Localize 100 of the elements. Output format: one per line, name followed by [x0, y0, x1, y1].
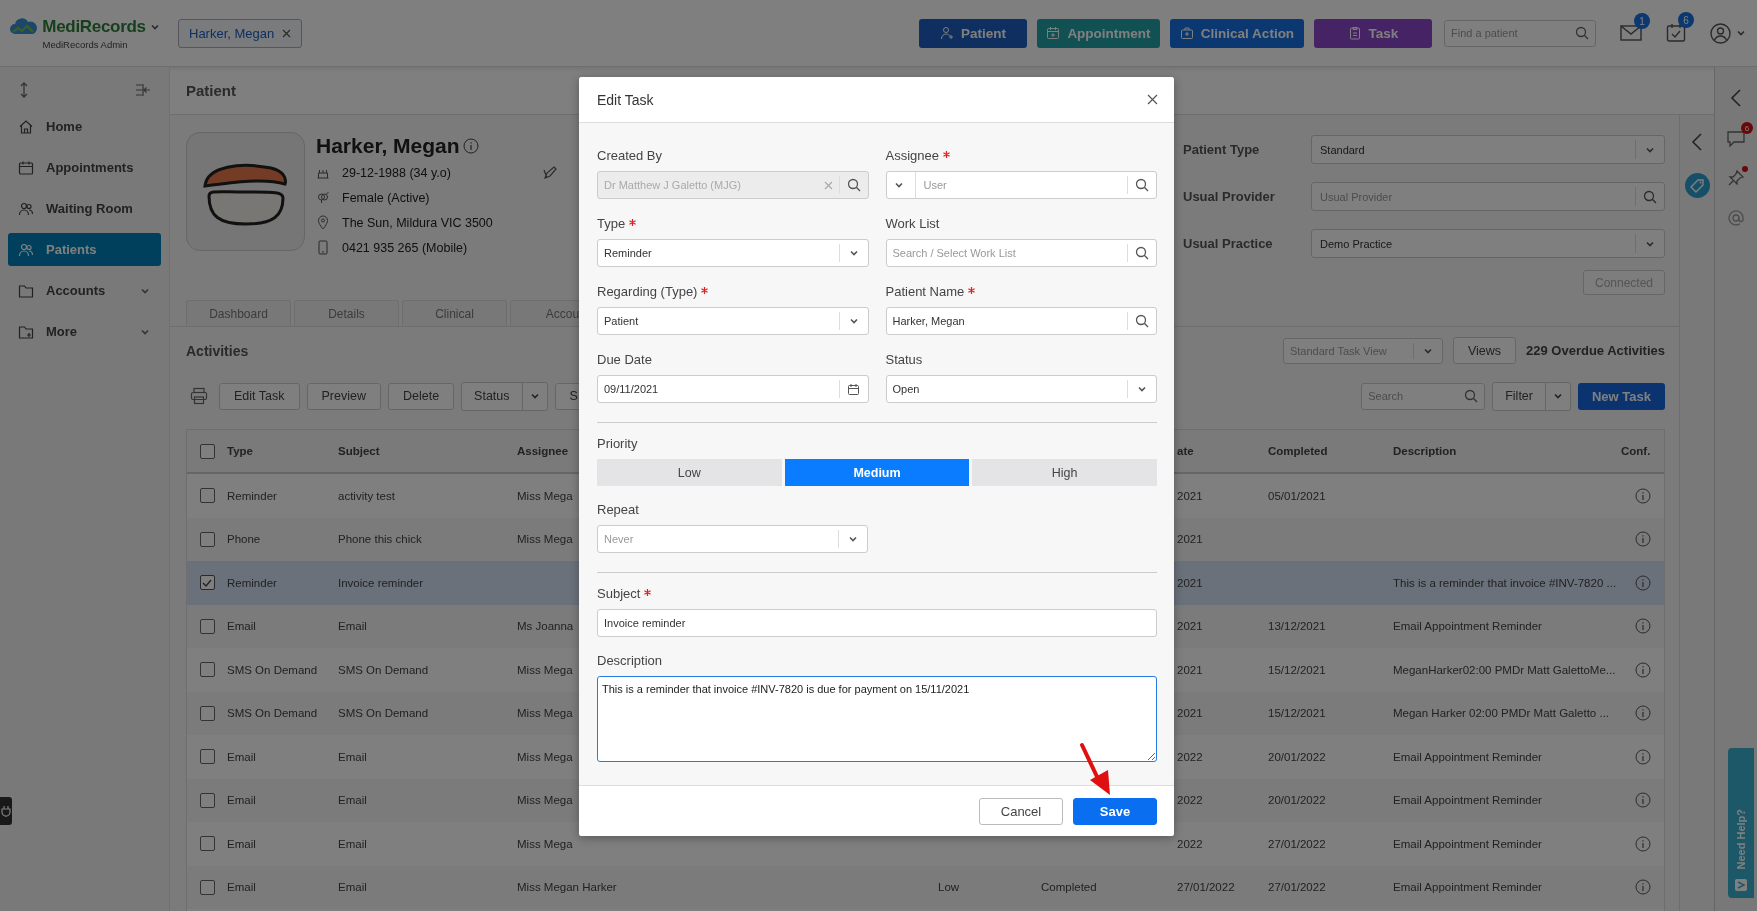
table-cell: Ms Joanna — [517, 620, 574, 633]
select-field[interactable]: Patient — [597, 307, 869, 335]
info-icon[interactable] — [1634, 792, 1651, 809]
row-checkbox[interactable] — [199, 618, 215, 634]
cloud-logo-icon — [9, 16, 40, 37]
patient-tab[interactable]: Details — [294, 300, 399, 326]
close-icon[interactable] — [282, 28, 292, 38]
priority-option[interactable]: High — [972, 459, 1157, 486]
column-header[interactable]: Completed — [1268, 445, 1328, 457]
table-cell: Email Appointment Reminder — [1393, 837, 1542, 850]
info-icon[interactable] — [1634, 748, 1651, 765]
row-checkbox[interactable] — [199, 662, 215, 678]
info-icon[interactable] — [1634, 835, 1651, 852]
pen-icon[interactable] — [542, 165, 557, 180]
info-icon[interactable] — [1634, 879, 1651, 896]
sort-icon[interactable] — [18, 82, 30, 98]
patient-tab-label[interactable]: Harker, Megan — [189, 25, 275, 41]
row-checkbox[interactable] — [199, 792, 215, 808]
toolbar-button[interactable]: Delete — [387, 382, 455, 410]
toolbar-button[interactable]: Preview — [306, 382, 381, 410]
row-checkbox[interactable] — [199, 749, 215, 765]
mail-icon[interactable] — [1620, 24, 1642, 42]
row-checkbox[interactable] — [199, 836, 215, 852]
toolbar-button[interactable]: Edit Task — [219, 382, 300, 410]
table-cell: Completed — [1041, 881, 1097, 894]
task-list-icon[interactable] — [1666, 23, 1686, 43]
save-button[interactable]: Save — [1073, 797, 1157, 825]
cancel-button[interactable]: Cancel — [979, 797, 1063, 825]
patient-tab[interactable]: Dashboard — [186, 300, 291, 326]
priority-option[interactable]: Low — [597, 459, 782, 486]
select-all-checkbox[interactable] — [199, 443, 215, 459]
status-dropdown-button[interactable]: Status — [461, 381, 548, 411]
new-task-button[interactable]: New Task — [1578, 382, 1665, 410]
field-label: Type — [597, 215, 626, 233]
gender-status: Female (Active) — [342, 190, 430, 205]
info-icon[interactable] — [462, 138, 479, 154]
side-tab[interactable] — [0, 797, 12, 825]
quick-action-button[interactable]: Patient — [919, 18, 1027, 48]
row-checkbox[interactable] — [199, 705, 215, 721]
info-icon[interactable] — [1634, 661, 1651, 678]
info-icon[interactable] — [1634, 531, 1651, 548]
sidebar-item[interactable]: Appointments — [8, 151, 161, 184]
select-field[interactable]: Open — [885, 375, 1157, 403]
at-sign-icon[interactable] — [1727, 209, 1745, 227]
column-header[interactable]: Conf. — [1621, 445, 1651, 457]
patient-tab[interactable]: Clinical — [402, 300, 507, 326]
select-field[interactable]: Standard — [1311, 135, 1665, 164]
column-header[interactable]: Subject — [338, 445, 380, 457]
table-cell: MeganHarker02:00 PMDr Matt GalettoMe... — [1393, 663, 1616, 676]
date-field[interactable]: 09/11/2021 — [597, 375, 869, 403]
person-add-icon — [940, 26, 954, 40]
lookup-field[interactable]: Search / Select Work List — [885, 239, 1157, 267]
text-field[interactable]: Invoice reminder — [597, 609, 1157, 637]
quick-action-button[interactable]: Clinical Action — [1170, 18, 1304, 48]
close-icon[interactable] — [1147, 94, 1158, 105]
sidebar-item[interactable]: Accounts — [8, 274, 161, 307]
lookup-field[interactable]: Harker, Megan — [885, 307, 1157, 335]
sidebar-item[interactable]: Patients — [8, 233, 161, 266]
description-field[interactable]: This is a reminder that invoice #INV-7820 is due for payment on 15/11/2021 — [597, 676, 1157, 762]
select-field[interactable]: Reminder — [597, 239, 869, 267]
table-cell: activity test — [338, 489, 395, 502]
views-button[interactable]: Views — [1452, 337, 1516, 364]
table-cell: Miss Mega — [517, 794, 573, 807]
column-header[interactable]: Description — [1393, 445, 1457, 457]
filter-dropdown-button[interactable]: Filter — [1492, 381, 1571, 411]
tag-button[interactable] — [1684, 173, 1710, 198]
table-cell: 27/01/2022 — [1177, 881, 1235, 894]
calendar-icon[interactable] — [847, 382, 860, 396]
chat-icon[interactable] — [1726, 129, 1746, 147]
priority-option[interactable]: Medium — [784, 459, 970, 486]
pin-icon[interactable] — [1727, 169, 1745, 187]
info-icon[interactable] — [1634, 574, 1651, 591]
row-checkbox[interactable] — [199, 879, 215, 895]
info-icon[interactable] — [1634, 705, 1651, 722]
sidebar-item[interactable]: Waiting Room — [8, 192, 161, 225]
sidebar-item[interactable]: Home — [8, 110, 161, 143]
row-checkbox[interactable] — [199, 575, 215, 591]
quick-action-button[interactable]: Task — [1314, 18, 1432, 48]
chevron-left-icon[interactable] — [1691, 133, 1703, 151]
quick-action-button[interactable]: Appointment — [1037, 18, 1160, 48]
select-field[interactable]: Demo Practice — [1311, 229, 1665, 258]
help-tab[interactable]: Need Help? — [1728, 748, 1754, 898]
info-icon[interactable] — [1634, 618, 1651, 635]
lookup-field[interactable]: User — [885, 171, 1157, 199]
print-icon[interactable] — [190, 387, 208, 405]
table-cell: 13/12/2021 — [1268, 620, 1326, 633]
select-field[interactable]: Never — [597, 525, 868, 553]
column-header[interactable]: Type — [227, 445, 253, 457]
row-checkbox[interactable] — [199, 488, 215, 504]
collapse-sidebar-icon[interactable] — [135, 83, 151, 97]
column-header[interactable]: Assignee — [517, 445, 569, 457]
open-patient-tab[interactable]: Harker, Megan — [178, 18, 303, 48]
app-logo-text[interactable]: MediRecords — [42, 16, 146, 37]
sidebar-item[interactable]: More — [8, 315, 161, 348]
info-icon[interactable] — [1634, 487, 1651, 504]
column-header[interactable]: ate — [1177, 445, 1194, 457]
search-icon — [846, 178, 861, 192]
row-checkbox[interactable] — [199, 531, 215, 547]
chevron-left-icon[interactable] — [1730, 89, 1742, 107]
user-menu[interactable] — [1710, 22, 1747, 44]
